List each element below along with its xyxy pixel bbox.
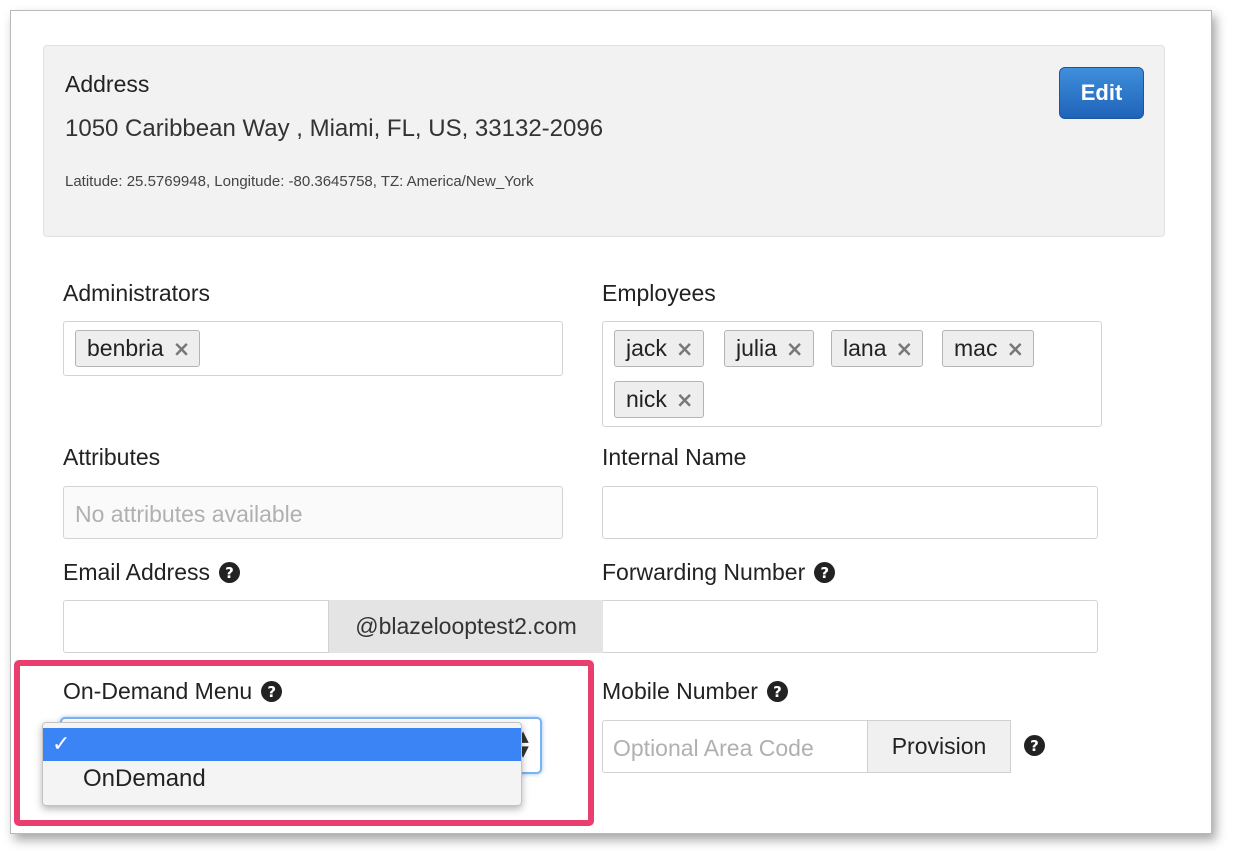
attributes-label: Attributes	[63, 444, 160, 471]
attributes-field[interactable]: No attributes available	[63, 486, 563, 539]
administrators-label-text: Administrators	[63, 280, 210, 306]
internal-name-label-text: Internal Name	[602, 444, 747, 470]
remove-tag-icon[interactable]: ×	[786, 337, 804, 361]
remove-tag-icon[interactable]: ×	[676, 337, 694, 361]
employees-label-text: Employees	[602, 280, 716, 306]
administrators-input[interactable]: benbria ×	[63, 321, 563, 376]
remove-tag-icon[interactable]: ×	[1006, 337, 1024, 361]
address-panel: Address 1050 Caribbean Way , Miami, FL, …	[43, 45, 1165, 237]
employee-tag: jack ×	[614, 330, 704, 367]
tag-label: jack	[626, 335, 667, 361]
employee-tag: nick ×	[614, 381, 704, 418]
mobile-number-label-text: Mobile Number	[602, 678, 758, 704]
help-icon[interactable]: ?	[219, 562, 241, 583]
employee-tag: julia ×	[724, 330, 814, 367]
tag-label: julia	[736, 335, 777, 361]
forwarding-number-input[interactable]	[603, 600, 1098, 653]
remove-tag-icon[interactable]: ×	[676, 388, 694, 412]
help-icon[interactable]: ?	[1024, 735, 1045, 756]
forwarding-number-label-text: Forwarding Number	[602, 559, 806, 585]
address-line: 1050 Caribbean Way , Miami, FL, US, 3313…	[65, 115, 604, 142]
internal-name-label: Internal Name	[602, 444, 746, 471]
highlight-annotation-box	[14, 660, 594, 826]
address-coordinates: Latitude: 25.5769948, Longitude: -80.364…	[65, 173, 534, 190]
provision-button[interactable]: Provision	[867, 720, 1011, 773]
address-title: Address	[65, 71, 150, 97]
edit-address-button[interactable]: Edit	[1059, 67, 1144, 119]
administrator-tag: benbria ×	[75, 330, 201, 367]
remove-tag-icon[interactable]: ×	[895, 337, 913, 361]
employee-tag: lana ×	[831, 330, 924, 367]
area-code-input[interactable]: Optional Area Code	[602, 720, 868, 773]
tag-label: mac	[954, 335, 998, 361]
tag-label: benbria	[87, 335, 164, 361]
email-domain-addon: @blazelooptest2.com	[329, 600, 603, 653]
mobile-number-label: Mobile Number ?	[602, 678, 788, 705]
email-input[interactable]	[63, 600, 329, 653]
area-code-placeholder: Optional Area Code	[613, 735, 814, 761]
email-label-text: Email Address	[63, 559, 211, 585]
email-label: Email Address ?	[63, 559, 241, 586]
forwarding-number-label: Forwarding Number ?	[602, 559, 836, 586]
tag-label: lana	[843, 335, 887, 361]
remove-tag-icon[interactable]: ×	[173, 337, 191, 361]
attributes-placeholder: No attributes available	[75, 501, 303, 527]
administrators-label: Administrators	[63, 280, 210, 307]
help-icon[interactable]: ?	[814, 562, 836, 583]
internal-name-input[interactable]	[602, 486, 1098, 539]
employees-label: Employees	[602, 280, 716, 307]
tag-label: nick	[626, 386, 667, 412]
help-icon[interactable]: ?	[766, 681, 788, 702]
attributes-label-text: Attributes	[63, 444, 161, 470]
employees-input[interactable]: jack × julia × lana × mac × nick ×	[602, 321, 1102, 427]
employee-tag: mac ×	[942, 330, 1035, 367]
